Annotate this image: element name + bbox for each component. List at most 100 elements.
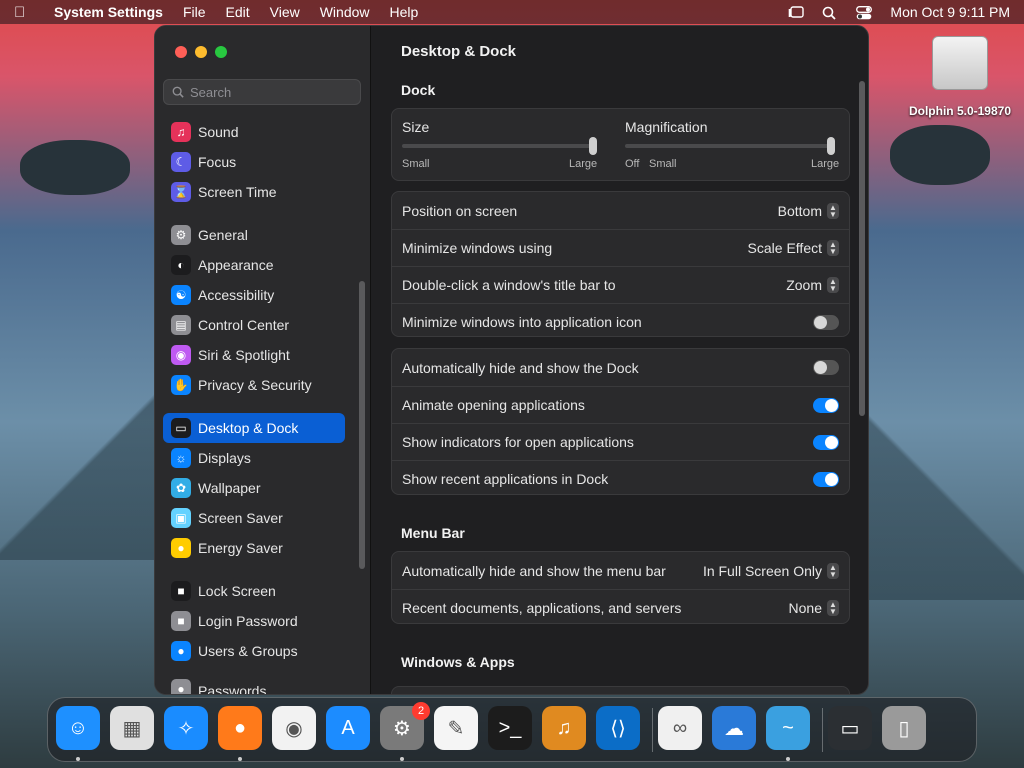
sidebar-item-label: Energy Saver — [198, 540, 283, 556]
sidebar-item-passwords[interactable]: ● Passwords — [163, 677, 345, 694]
weather-icon[interactable]: ☁ — [712, 706, 756, 750]
position-on-screen-row: Position on screen Bottom ▲ ▼ — [392, 192, 849, 229]
wallpaper-helicopter-left — [20, 140, 130, 195]
sidebar-item-displays[interactable]: ☼ Displays — [163, 443, 345, 473]
search-icon — [172, 86, 184, 98]
chevron-updown-icon: ▲ ▼ — [827, 202, 839, 219]
show-recent-apps-toggle[interactable] — [813, 471, 839, 487]
sidebar-item-desktop-dock[interactable]: ▭ Desktop & Dock — [163, 413, 345, 443]
sidebar-item-label: General — [198, 227, 248, 243]
main-scrollbar[interactable] — [859, 81, 865, 416]
app-store-icon[interactable]: A — [326, 706, 370, 750]
sidebar-item-energy-saver[interactable]: ● Energy Saver — [163, 533, 345, 563]
sidebar-item-general[interactable]: ⚙ General — [163, 220, 345, 250]
sidebar-item-focus[interactable]: ☾ Focus — [163, 147, 345, 177]
desktop-drive[interactable]: Dolphin 5.0-19870 — [900, 36, 1020, 118]
app-name-menu[interactable]: System Settings — [54, 4, 163, 20]
textedit-icon[interactable]: ✎ — [434, 706, 478, 750]
menu-view[interactable]: View — [270, 4, 300, 20]
magnification-slider-knob[interactable] — [827, 137, 835, 155]
animate-opening-toggle[interactable] — [813, 397, 839, 413]
animate-opening-row: Animate opening applications — [392, 386, 849, 423]
visual-studio-icon[interactable]: ∞ — [658, 706, 702, 750]
trash-icon[interactable]: ▯ — [882, 706, 926, 750]
sidebar-scrollbar[interactable] — [359, 281, 365, 569]
position-popup[interactable]: Bottom ▲ ▼ — [778, 202, 839, 219]
apple-menu-icon[interactable]:  — [14, 4, 40, 21]
size-slider-knob[interactable] — [589, 137, 597, 155]
menu-bar-clock[interactable]: Mon Oct 9 9:11 PM — [890, 4, 1010, 20]
dolphin-window-icon[interactable]: ▭ — [828, 706, 872, 750]
magnification-slider[interactable] — [625, 144, 835, 148]
sidebar-item-label: Users & Groups — [198, 643, 298, 659]
minimize-button[interactable] — [195, 46, 207, 58]
sidebar-item-accessibility[interactable]: ☯ Accessibility — [163, 280, 345, 310]
sidebar-item-label: Desktop & Dock — [198, 420, 299, 436]
double-click-popup[interactable]: Zoom ▲ ▼ — [786, 277, 839, 293]
spotlight-search-icon[interactable] — [822, 6, 838, 20]
sidebar-item-appearance[interactable]: ◐ Appearance — [163, 250, 345, 280]
vscode-icon[interactable]: ⟨⟩ — [596, 706, 640, 750]
sidebar-item-label: Screen Time — [198, 184, 277, 200]
dolphin-icon[interactable]: ~ — [766, 706, 810, 750]
menu-file[interactable]: File — [183, 4, 206, 20]
dock-separator — [652, 708, 653, 752]
recent-documents-popup[interactable]: None ▲ ▼ — [789, 600, 839, 616]
row-label: Animate opening applications — [402, 397, 585, 413]
menu-help[interactable]: Help — [390, 4, 419, 20]
sidebar-item-privacy-security[interactable]: ✋ Privacy & Security — [163, 370, 345, 400]
sidebar-item-sound[interactable]: ♫ Sound — [163, 117, 345, 147]
finder-icon[interactable]: ☺ — [56, 706, 100, 750]
sidebar-item-users-groups[interactable]: ● Users & Groups — [163, 636, 345, 666]
sidebar-item-screen-time[interactable]: ⌛ Screen Time — [163, 177, 345, 207]
popup-value: Scale Effect — [747, 240, 822, 256]
search-input[interactable] — [190, 84, 350, 100]
minimize-effect-popup[interactable]: Scale Effect ▲ ▼ — [748, 240, 839, 256]
sidebar-item-label: Control Center — [198, 317, 290, 333]
search-field[interactable] — [163, 79, 361, 105]
minimize-into-app-icon-toggle[interactable] — [813, 314, 839, 330]
dock-icon: ▭ — [171, 418, 191, 438]
stage-manager-icon[interactable] — [788, 5, 805, 19]
chevron-updown-icon: ▲ ▼ — [827, 240, 839, 256]
running-indicator-dot — [786, 757, 790, 761]
show-indicators-row: Show indicators for open applications — [392, 423, 849, 460]
show-indicators-toggle[interactable] — [813, 434, 839, 450]
section-title-windows-apps: Windows & Apps — [401, 654, 515, 670]
accessibility-icon: ☯ — [171, 285, 191, 305]
garageband-icon[interactable]: ♫ — [542, 706, 586, 750]
windows-apps-group — [391, 686, 850, 694]
minimize-windows-using-row: Minimize windows using Scale Effect ▲ ▼ — [392, 229, 849, 266]
flower-icon: ✿ — [171, 478, 191, 498]
terminal-icon[interactable]: >_ — [488, 706, 532, 750]
menu-window[interactable]: Window — [320, 4, 370, 20]
firefox-icon[interactable]: ● — [218, 706, 262, 750]
system-settings-window: ♫ Sound ☾ Focus ⌛ Screen Time ⚙ General ◐ App… — [154, 25, 869, 695]
dock-behavior-group: Position on screen Bottom ▲ ▼ Minimize win… — [391, 191, 850, 337]
magnification-max-label: Large — [811, 158, 840, 170]
zoom-button[interactable] — [215, 46, 227, 58]
close-button[interactable] — [175, 46, 187, 58]
safari-icon[interactable]: ✧ — [164, 706, 208, 750]
system-settings-icon[interactable]: ⚙ 2 — [380, 702, 430, 750]
sidebar-item-login-password[interactable]: ■ Login Password — [163, 606, 345, 636]
launchpad-icon[interactable]: ▦ — [110, 706, 154, 750]
size-slider[interactable] — [402, 144, 597, 148]
auto-hide-dock-toggle[interactable] — [813, 360, 839, 375]
recent-documents-row: Recent documents, applications, and serv… — [392, 589, 849, 626]
control-center-icon[interactable] — [856, 5, 873, 19]
sidebar-item-screen-saver[interactable]: ▣ Screen Saver — [163, 503, 345, 533]
sidebar-item-lock-screen[interactable]: ■ Lock Screen — [163, 576, 345, 606]
speaker-icon: ♫ — [171, 122, 191, 142]
row-label: Position on screen — [402, 202, 518, 219]
sidebar-item-siri-spotlight[interactable]: ◉ Siri & Spotlight — [163, 340, 345, 370]
popup-value: In Full Screen Only — [702, 562, 822, 579]
sidebar-item-control-center[interactable]: ▤ Control Center — [163, 310, 345, 340]
siri-icon: ◉ — [171, 345, 191, 365]
chrome-icon[interactable]: ◉ — [272, 706, 316, 750]
menu-edit[interactable]: Edit — [226, 4, 250, 20]
auto-hide-menu-bar-popup[interactable]: In Full Screen Only ▲ ▼ — [702, 562, 839, 579]
dock-separator — [822, 708, 823, 752]
sidebar-item-wallpaper[interactable]: ✿ Wallpaper — [163, 473, 345, 503]
lock-icon: ■ — [171, 581, 191, 601]
